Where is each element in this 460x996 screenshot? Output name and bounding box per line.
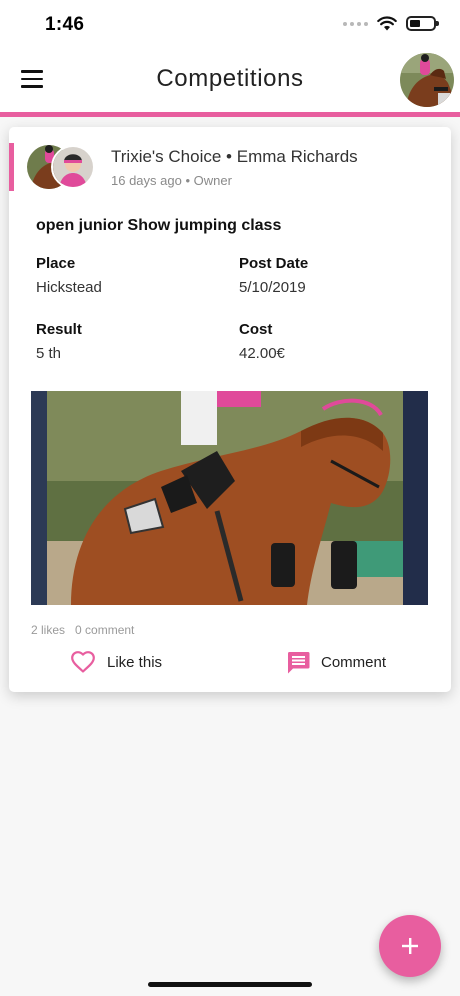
likes-count[interactable]: 2 likes xyxy=(31,623,65,637)
card-accent-bar xyxy=(9,143,14,191)
page-title: Competitions xyxy=(156,65,304,92)
wifi-icon xyxy=(377,16,397,31)
home-indicator[interactable] xyxy=(148,982,312,987)
competition-title: open junior Show jumping class xyxy=(36,217,282,234)
name-separator: • xyxy=(226,147,232,166)
add-competition-button[interactable] xyxy=(379,915,441,977)
like-button-label: Like this xyxy=(107,653,163,671)
competition-photo[interactable] xyxy=(31,391,428,605)
status-icons xyxy=(343,16,439,31)
place-label: Place xyxy=(36,255,76,272)
place-value: Hickstead xyxy=(36,279,102,296)
rider-avatar[interactable] xyxy=(51,145,95,189)
app-header: Competitions xyxy=(0,48,460,112)
heart-outline-icon xyxy=(71,651,95,673)
owner-name[interactable]: Emma Richards xyxy=(237,147,358,166)
post-author-line: Trixie's Choice • Emma Richards xyxy=(111,147,358,167)
plus-icon xyxy=(402,938,418,954)
cost-label: Cost xyxy=(239,321,273,338)
comment-button[interactable]: Comment xyxy=(287,651,386,674)
comments-count[interactable]: 0 comment xyxy=(75,623,134,637)
status-bar: 1:46 xyxy=(0,0,460,48)
owner-role: Owner xyxy=(193,173,232,188)
comment-bubble-icon xyxy=(287,652,310,674)
post-date-value: 5/10/2019 xyxy=(239,279,306,296)
post-date-label: Post Date xyxy=(239,255,309,272)
post-avatars xyxy=(27,145,97,189)
post-stats: 2 likes 0 comment xyxy=(31,623,134,637)
comment-button-label: Comment xyxy=(321,654,387,671)
result-label: Result xyxy=(36,321,82,338)
meta-separator: • xyxy=(185,173,191,188)
profile-avatar[interactable] xyxy=(400,53,454,107)
cost-value: 42.00€ xyxy=(239,345,285,362)
cellular-signal-icon xyxy=(343,21,368,26)
horse-name[interactable]: Trixie's Choice xyxy=(111,147,221,166)
result-value: 5 th xyxy=(36,345,62,362)
header-accent-rule xyxy=(0,112,460,117)
post-time-ago: 16 days ago xyxy=(111,173,182,188)
competition-post-card[interactable]: Trixie's Choice • Emma Richards 16 days … xyxy=(9,127,451,692)
like-button[interactable]: Like this xyxy=(71,651,162,673)
status-time: 1:46 xyxy=(45,14,85,35)
post-meta: 16 days ago • Owner xyxy=(111,173,232,188)
battery-icon xyxy=(406,16,439,31)
